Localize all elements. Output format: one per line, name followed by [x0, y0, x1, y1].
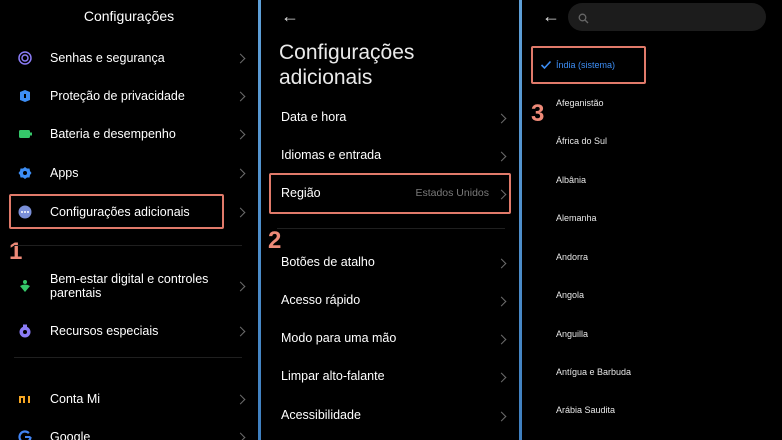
chevron-right-icon: [235, 168, 246, 178]
settings-item-shortcut-buttons[interactable]: Botões de atalho: [261, 244, 519, 282]
settings-item-clean-speaker[interactable]: Limpar alto-falante: [261, 358, 519, 396]
privacy-shield-icon: [18, 89, 32, 103]
chevron-right-icon: [235, 432, 246, 440]
step-number: 1: [9, 238, 23, 265]
settings-item-quick-access[interactable]: Acesso rápido: [261, 282, 519, 320]
chevron-right-icon: [496, 411, 507, 422]
settings-item-one-hand-mode[interactable]: Modo para uma mão: [261, 320, 519, 358]
country-item[interactable]: Alemanha: [556, 213, 597, 223]
chevron-right-icon: [235, 129, 246, 139]
highlight-box: [531, 46, 646, 84]
region-list-panel: ← Índia (sistema) 3 Afeganistão África d…: [522, 0, 782, 440]
divider: [14, 357, 242, 358]
chevron-right-icon: [235, 91, 246, 101]
page-title: Configurações adicionais: [279, 40, 414, 90]
additional-settings-panel: ← Configurações adicionais Data e hora I…: [261, 0, 519, 440]
settings-item-label: Acessibilidade: [281, 408, 361, 422]
settings-item-label: Limpar alto-falante: [281, 369, 385, 383]
chevron-right-icon: [235, 53, 246, 63]
search-icon: [578, 11, 589, 29]
settings-item-label: Proteção de privacidade: [50, 89, 185, 103]
page-title: Configurações: [83, 8, 175, 24]
chevron-right-icon: [235, 281, 246, 291]
page-title-line: adicionais: [279, 66, 373, 89]
country-item[interactable]: Angola: [556, 290, 584, 300]
chevron-right-icon: [235, 326, 246, 336]
chevron-right-icon: [496, 258, 507, 269]
settings-item-label: Bateria e desempenho: [50, 127, 176, 141]
page-title-line: Configurações: [279, 41, 415, 64]
settings-panel: Configurações Senhas e segurança Proteçã…: [0, 0, 258, 440]
chevron-right-icon: [496, 113, 507, 124]
battery-icon: [18, 127, 32, 141]
back-arrow-icon[interactable]: ←: [542, 6, 560, 27]
google-g-icon: [18, 430, 32, 440]
settings-item-label: Bem-estar digital e controles parentais: [50, 272, 209, 300]
back-arrow-icon[interactable]: ←: [281, 6, 299, 27]
country-item[interactable]: Antígua e Barbuda: [556, 367, 631, 377]
search-input[interactable]: [568, 3, 766, 31]
chevron-right-icon: [235, 207, 246, 217]
settings-item-passwords-security[interactable]: Senhas e segurança: [0, 39, 258, 77]
chevron-right-icon: [496, 334, 507, 345]
settings-item-mi-account[interactable]: Conta Mi: [0, 380, 258, 418]
settings-item-label: Idiomas e entrada: [281, 148, 382, 162]
fingerprint-icon: [18, 51, 32, 65]
mi-logo-icon: [18, 392, 32, 406]
special-features-icon: [18, 324, 32, 338]
settings-item-privacy[interactable]: Proteção de privacidade: [0, 77, 258, 115]
settings-item-apps[interactable]: Apps: [0, 154, 258, 192]
country-item[interactable]: Andorra: [556, 252, 588, 262]
wellbeing-heart-icon: [18, 279, 32, 293]
settings-item-label: Recursos especiais: [50, 324, 159, 338]
country-item[interactable]: África do Sul: [556, 136, 607, 146]
settings-item-label: Senhas e segurança: [50, 51, 165, 65]
settings-item-wellbeing[interactable]: Bem-estar digital e controles parentais: [0, 267, 258, 305]
chevron-right-icon: [496, 372, 507, 383]
settings-item-label: Data e hora: [281, 110, 347, 124]
highlight-box: [269, 173, 511, 214]
country-item[interactable]: Afeganistão: [556, 98, 604, 108]
chevron-right-icon: [235, 394, 246, 404]
settings-item-label: Acesso rápido: [281, 293, 361, 307]
settings-item-battery[interactable]: Bateria e desempenho: [0, 115, 258, 153]
settings-item-label: Apps: [50, 166, 79, 180]
highlight-box: [9, 194, 224, 229]
country-item[interactable]: Anguilla: [556, 329, 588, 339]
settings-item-label: Modo para uma mão: [281, 331, 397, 345]
chevron-right-icon: [496, 296, 507, 307]
gear-icon: [18, 166, 32, 180]
settings-item-accessibility[interactable]: Acessibilidade: [261, 397, 519, 435]
settings-item-languages[interactable]: Idiomas e entrada: [261, 137, 519, 175]
country-item[interactable]: Arábia Saudita: [556, 405, 615, 415]
settings-item-label: Botões de atalho: [281, 255, 375, 269]
settings-item-google[interactable]: Google: [0, 418, 258, 440]
settings-item-label: Conta Mi: [50, 392, 101, 406]
country-item[interactable]: Albânia: [556, 175, 586, 185]
settings-item-label: Google: [50, 430, 91, 440]
settings-item-special-features[interactable]: Recursos especiais: [0, 312, 258, 350]
divider: [277, 228, 505, 229]
chevron-right-icon: [496, 151, 507, 162]
step-number: 3: [531, 100, 545, 127]
divider: [14, 245, 242, 246]
settings-item-date-time[interactable]: Data e hora: [261, 99, 519, 137]
